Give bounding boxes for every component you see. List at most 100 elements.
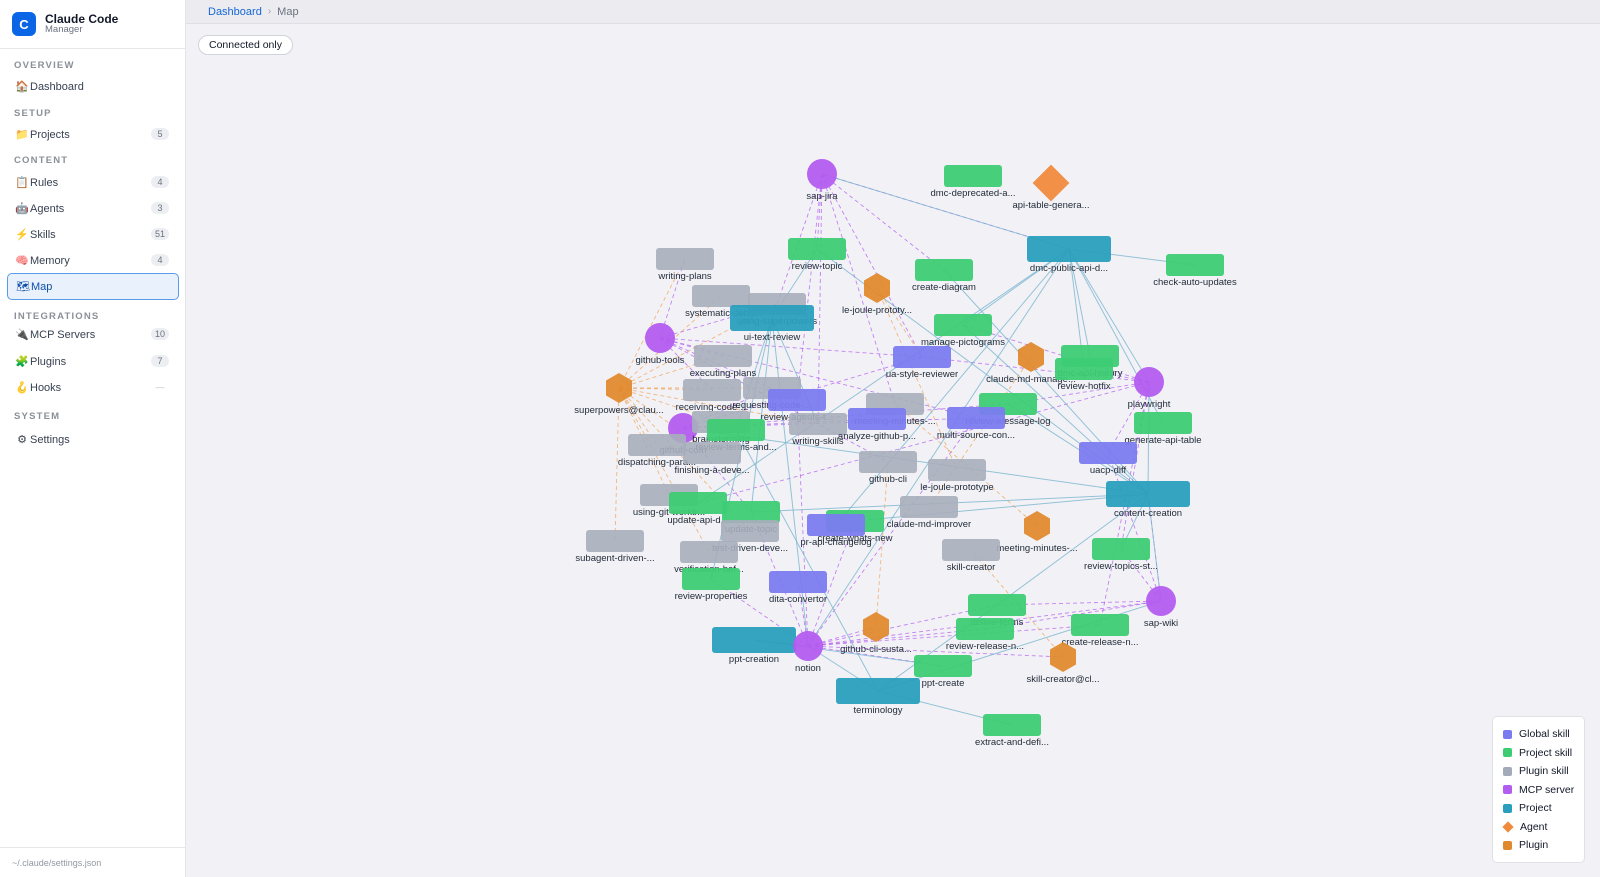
sidebar-item-label: Dashboard <box>30 80 84 93</box>
graph-node-generate-api-table[interactable]: generate-api-table <box>1124 412 1202 446</box>
graph-node-shape <box>1027 236 1111 262</box>
graph-node-shape <box>669 492 727 514</box>
count-badge: 5 <box>151 128 169 140</box>
graph-node-writing-plans[interactable]: writing-plans <box>656 248 714 282</box>
graph-node-shape <box>914 655 972 677</box>
graph-node-review-properties[interactable]: review-properties <box>675 568 748 602</box>
graph-node-api-table-agent[interactable]: api-table-genera... <box>1012 164 1090 211</box>
graph-node-label: analyze-github-p... <box>838 431 916 442</box>
graph-node-dita-convertor[interactable]: dita-convertor <box>769 571 827 605</box>
graph-node-github-cli[interactable]: github-cli <box>859 451 917 485</box>
sidebar-item-settings[interactable]: ⚙ Settings <box>7 428 179 451</box>
graph-node-label: check-auto-updates <box>1153 277 1237 288</box>
graph-node-analyze-github[interactable]: analyze-github-p... <box>838 408 916 442</box>
graph-node-sap-jira[interactable]: sap-jira <box>806 159 838 202</box>
graph-node-subagent-driven[interactable]: subagent-driven-... <box>575 530 655 564</box>
graph-node-sap-wiki[interactable]: sap-wiki <box>1144 586 1178 629</box>
graph-node-label: writing-skills <box>791 436 843 447</box>
graph-node-update-api-d[interactable]: update-api-d... <box>667 492 729 526</box>
sidebar-item-projects[interactable]: 📁 Projects 5 <box>7 123 179 146</box>
graph-node-playwright[interactable]: playwright <box>1128 367 1171 410</box>
graph-node-label: superpowers@clau... <box>574 405 663 416</box>
graph-node-review-topic[interactable]: review-topic <box>788 238 846 272</box>
graph-node-shape <box>683 379 741 401</box>
graph-node-ppt-create[interactable]: ppt-create <box>914 655 972 689</box>
graph-node-manage-pictograms[interactable]: manage-pictograms <box>921 314 1005 348</box>
graph-node-skill-creator[interactable]: skill-creator <box>942 539 1000 573</box>
sidebar-item-rules[interactable]: 📋 Rules 4 <box>7 171 179 194</box>
graph-node-dmc-deprecated[interactable]: dmc-deprecated-a... <box>930 165 1016 199</box>
graph-node-superpowers[interactable]: superpowers@clau... <box>574 373 664 416</box>
graph-node-notion[interactable]: notion <box>793 631 823 674</box>
sidebar-item-mcp-servers[interactable]: 🔌 MCP Servers 10 <box>7 323 179 346</box>
graph-node-content-creation[interactable]: content-creation <box>1106 481 1190 519</box>
legend-swatch <box>1503 766 1512 776</box>
dependency-map-graph[interactable]: sap-jira dmc-deprecated-a...api-table-gen… <box>186 25 1600 877</box>
graph-node-label: sap-wiki <box>1144 618 1178 629</box>
graph-node-le-joule-prototype[interactable]: le-joule-prototype <box>920 459 994 493</box>
graph-node-extract-and-defi[interactable]: extract-and-defi... <box>975 714 1049 748</box>
legend-swatch <box>1503 785 1512 795</box>
section-label-setup: SETUP <box>14 108 52 119</box>
graph-edge <box>796 173 823 401</box>
graph-node-shape <box>1055 358 1113 380</box>
graph-node-label: review-topics-st... <box>1084 561 1158 572</box>
graph-node-pr-api-changelog[interactable]: pr-api-changelog <box>800 514 872 548</box>
graph-node-shape <box>863 612 889 642</box>
graph-node-review-hotfix[interactable]: review-hotfix <box>1055 358 1113 392</box>
graph-node-skill-creator-plugin[interactable]: skill-creator@cl... <box>1027 642 1100 685</box>
graph-node-github-cli-susta[interactable]: github-cli-susta... <box>840 612 912 655</box>
hook-icon: 🪝 <box>15 382 29 394</box>
legend-label: Project <box>1519 802 1552 815</box>
sidebar-item-skills[interactable]: ⚡ Skills 51 <box>7 223 179 246</box>
sidebar-item-memory[interactable]: 🧠 Memory 4 <box>7 249 179 272</box>
graph-node-label: uacp-diff <box>1090 465 1127 476</box>
sidebar-item-agents[interactable]: 🤖 Agents 3 <box>7 197 179 220</box>
graph-node-shape <box>1071 614 1129 636</box>
graph-node-create-release-n[interactable]: create-release-n... <box>1061 614 1139 648</box>
graph-node-uacp-diff[interactable]: uacp-diff <box>1079 442 1137 476</box>
graph-node-review-topics-st[interactable]: review-topics-st... <box>1084 538 1158 572</box>
graph-node-review-release-n[interactable]: review-release-n... <box>946 618 1024 652</box>
graph-node-label: content-creation <box>1114 508 1182 519</box>
sidebar-item-label: Settings <box>30 433 70 446</box>
legend-swatch <box>1503 729 1512 739</box>
sidebar-item-dashboard[interactable]: 🏠 Dashboard <box>7 75 179 98</box>
sidebar-item-label: Plugins <box>30 355 67 368</box>
graph-node-github-tools[interactable]: github-tools <box>635 323 685 366</box>
plug-icon: 🔌 <box>15 329 29 341</box>
graph-node-label: sap-jira <box>806 191 838 202</box>
graph-node-dmc-public-api[interactable]: dmc-public-api-d... <box>1027 236 1111 274</box>
sidebar-item-plugins[interactable]: 🧩 Plugins 7 <box>7 350 179 373</box>
graph-node-terminology[interactable]: terminology <box>836 678 920 716</box>
graph-node-meeting-minutes-plugin[interactable]: meeting-minutes-... <box>996 511 1078 554</box>
graph-node-executing-plans[interactable]: executing-plans <box>690 345 757 379</box>
graph-node-check-auto-updates[interactable]: check-auto-updates <box>1153 254 1237 288</box>
sidebar-item-map[interactable]: 🗺 Map <box>7 273 179 300</box>
graph-node-ua-style-reviewer[interactable]: ua-style-reviewer <box>886 346 958 380</box>
graph-node-le-joule-prototy[interactable]: le-joule-prototy... <box>842 273 912 316</box>
legend-label: Plugin skill <box>1519 765 1569 778</box>
legend-label: Plugin <box>1519 839 1549 852</box>
graph-node-label: playwright <box>1128 399 1171 410</box>
sidebar-item-label: Rules <box>30 176 59 189</box>
legend-swatch <box>1502 821 1514 833</box>
brain-icon: 🧠 <box>15 255 29 267</box>
graph-node-claude-md-improver[interactable]: claude-md-improver <box>887 496 971 530</box>
graph-node-create-diagram[interactable]: create-diagram <box>912 259 976 293</box>
graph-node-label: le-joule-prototype <box>920 482 993 493</box>
sidebar-item-hooks[interactable]: 🪝 Hooks — <box>7 376 179 399</box>
graph-node-multi-source[interactable]: multi-source-con... <box>937 407 1015 441</box>
graph-node-shape <box>934 314 992 336</box>
graph-node-shape <box>1146 586 1176 616</box>
graph-node-finishing-a-deve[interactable]: finishing-a-deve... <box>675 442 750 476</box>
graph-node-ui-text-review[interactable]: ui-text-review <box>730 305 814 343</box>
legend-swatch <box>1503 803 1512 813</box>
count-badge: 7 <box>151 355 169 367</box>
lightning-icon: ⚡ <box>15 229 29 241</box>
breadcrumb-dashboard-link[interactable]: Dashboard <box>208 6 262 18</box>
graph-node-shape <box>683 442 741 464</box>
graph-node-label: github-tools <box>635 355 684 366</box>
graph-node-ppt-creation[interactable]: ppt-creation <box>712 627 796 665</box>
graph-node-label: github-cli-susta... <box>840 644 912 655</box>
